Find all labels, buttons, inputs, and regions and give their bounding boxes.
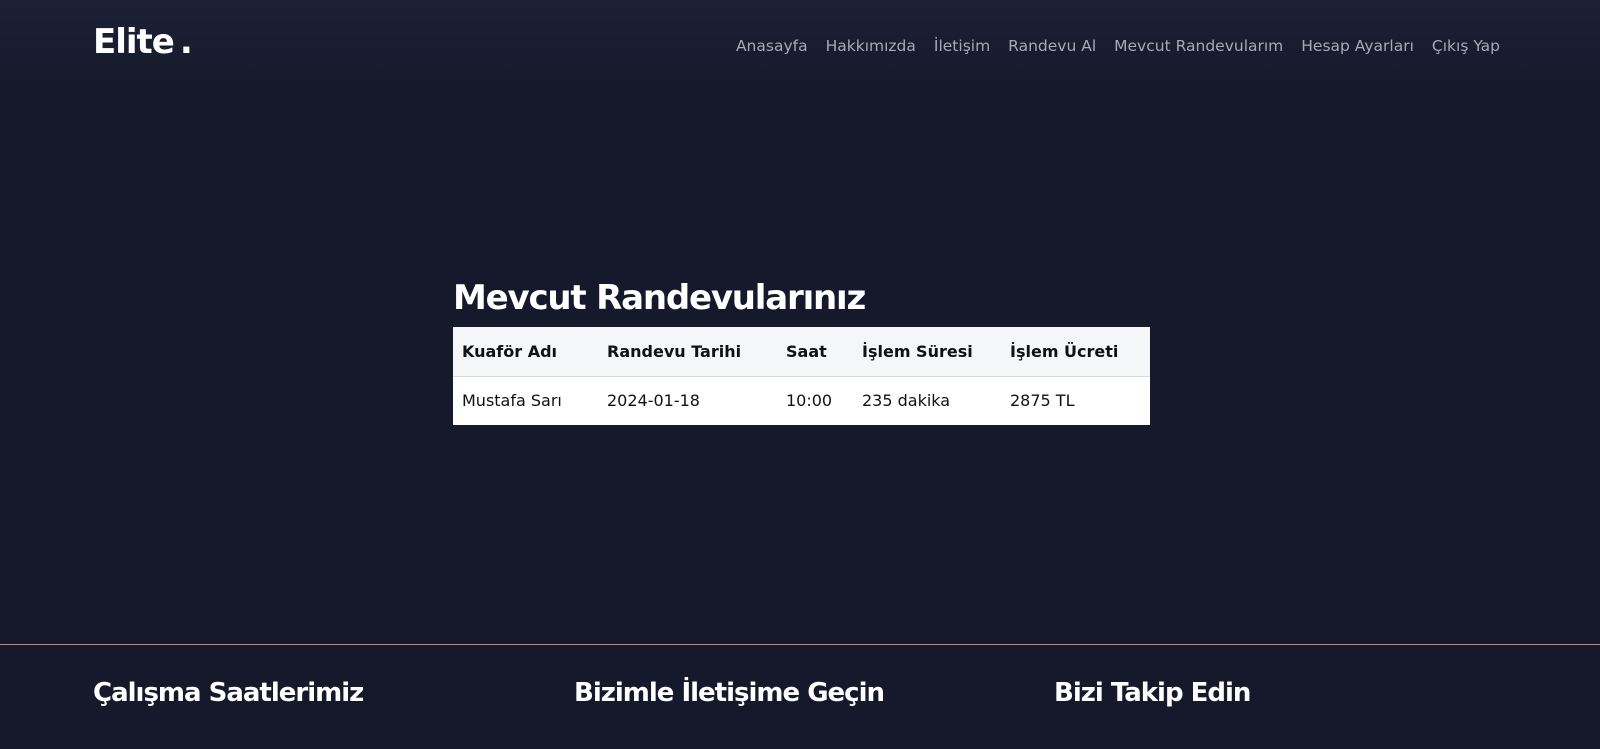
nav-link-hakkimizda[interactable]: Hakkımızda bbox=[826, 37, 916, 55]
footer-heading-takip-edin: Bizi Takip Edin bbox=[1054, 678, 1251, 708]
nav-link-cikis-yap[interactable]: Çıkış Yap bbox=[1432, 37, 1500, 55]
cell-randevu-tarihi: 2024-01-18 bbox=[607, 391, 700, 411]
top-navbar: Elite. Anasayfa Hakkımızda İletişim Rand… bbox=[0, 0, 1600, 86]
column-header-kuafor-adi: Kuaför Adı bbox=[453, 327, 598, 377]
cell-islem-ucreti: 2875 TL bbox=[1010, 391, 1075, 411]
cell-kuafor-adi: Mustafa Sarı bbox=[462, 391, 562, 411]
column-header-saat: Saat bbox=[777, 327, 853, 377]
page-title: Mevcut Randevularınız bbox=[453, 278, 866, 318]
table-row: Mustafa Sarı 2024-01-18 10:00 235 dakika… bbox=[453, 376, 1150, 425]
table-header: Kuaför Adı Randevu Tarihi Saat İşlem Sür… bbox=[453, 327, 1150, 377]
logo-text: Elite bbox=[93, 22, 175, 62]
logo-dot: . bbox=[179, 22, 193, 62]
table-header-row: Kuaför Adı Randevu Tarihi Saat İşlem Sür… bbox=[453, 327, 1150, 377]
nav-link-mevcut-randevularim[interactable]: Mevcut Randevularım bbox=[1114, 37, 1283, 55]
appointments-table: Kuaför Adı Randevu Tarihi Saat İşlem Sür… bbox=[453, 327, 1150, 425]
site-logo[interactable]: Elite. bbox=[93, 22, 193, 62]
footer-heading-calisma-saatlerimiz: Çalışma Saatlerimiz bbox=[93, 678, 364, 708]
column-header-islem-ucreti: İşlem Ücreti bbox=[1001, 327, 1150, 377]
footer-heading-iletisim: Bizimle İletişime Geçin bbox=[574, 678, 885, 708]
nav-link-hesap-ayarlari[interactable]: Hesap Ayarları bbox=[1301, 37, 1414, 55]
column-header-randevu-tarihi: Randevu Tarihi bbox=[598, 327, 777, 377]
nav-link-iletisim[interactable]: İletişim bbox=[934, 37, 990, 55]
main-nav: Anasayfa Hakkımızda İletişim Randevu Al … bbox=[736, 37, 1500, 55]
nav-link-randevu-al[interactable]: Randevu Al bbox=[1008, 37, 1096, 55]
column-header-islem-suresi: İşlem Süresi bbox=[853, 327, 1001, 377]
footer-divider bbox=[0, 644, 1600, 645]
page: Elite. Anasayfa Hakkımızda İletişim Rand… bbox=[0, 0, 1600, 749]
table-body: Mustafa Sarı 2024-01-18 10:00 235 dakika… bbox=[453, 376, 1150, 425]
cell-saat: 10:00 bbox=[786, 391, 833, 411]
nav-link-anasayfa[interactable]: Anasayfa bbox=[736, 37, 808, 55]
cell-islem-suresi: 235 dakika bbox=[862, 391, 951, 411]
